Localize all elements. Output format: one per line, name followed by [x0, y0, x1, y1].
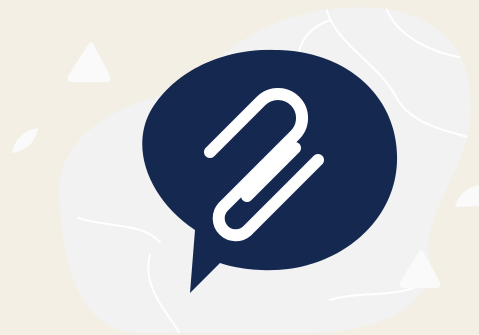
illustration-canvas — [0, 0, 479, 335]
attachment-illustration — [0, 0, 479, 335]
